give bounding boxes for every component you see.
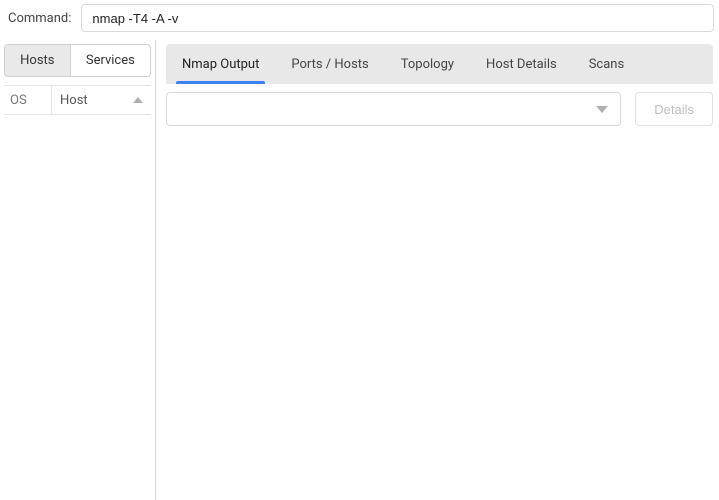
host-table-body <box>4 115 151 500</box>
details-button[interactable]: Details <box>635 92 713 126</box>
main-area: Hosts Services OS Host Nmap Output Ports… <box>0 40 719 500</box>
tab-hosts[interactable]: Hosts <box>4 44 71 77</box>
output-toolbar: Details <box>166 84 719 134</box>
tab-ports-hosts[interactable]: Ports / Hosts <box>275 44 384 84</box>
nmap-output-body <box>166 134 719 500</box>
command-input[interactable] <box>81 4 714 32</box>
command-row: Command: <box>0 0 719 40</box>
column-header-host-label: Host <box>60 93 88 108</box>
main-tab-bar: Nmap Output Ports / Hosts Topology Host … <box>166 44 713 84</box>
sort-ascending-icon <box>133 97 143 103</box>
tab-topology[interactable]: Topology <box>385 44 470 84</box>
scan-select-dropdown[interactable] <box>166 92 621 126</box>
tab-nmap-output[interactable]: Nmap Output <box>166 44 275 84</box>
host-table-header: OS Host <box>4 85 151 115</box>
column-header-os[interactable]: OS <box>4 86 52 114</box>
left-tabs: Hosts Services <box>4 44 151 77</box>
tab-services[interactable]: Services <box>71 44 151 77</box>
command-label: Command: <box>8 11 71 26</box>
column-header-host[interactable]: Host <box>52 86 151 114</box>
right-panel: Nmap Output Ports / Hosts Topology Host … <box>156 40 719 500</box>
tab-scans[interactable]: Scans <box>573 44 640 84</box>
chevron-down-icon <box>596 106 608 113</box>
tab-host-details[interactable]: Host Details <box>470 44 573 84</box>
left-panel: Hosts Services OS Host <box>0 40 156 500</box>
